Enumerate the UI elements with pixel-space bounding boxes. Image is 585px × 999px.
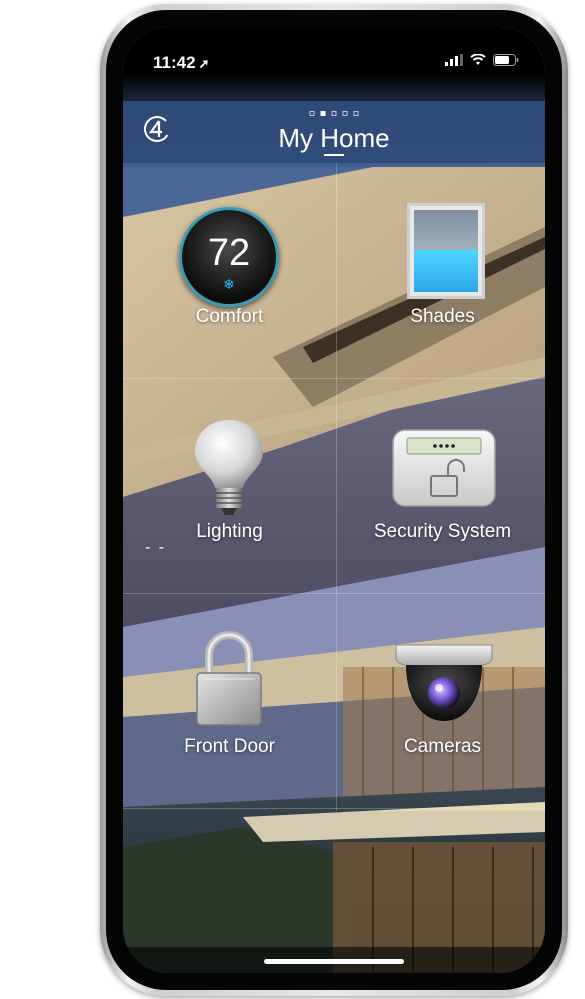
battery-icon [493,54,519,66]
phone-screen: 11:42 ➚ My Home 72 ❄ Comfort Shades Ligh… [123,27,545,973]
phone-frame: 11:42 ➚ My Home 72 ❄ Comfort Shades Ligh… [100,4,568,996]
tile-cameras[interactable]: Cameras [336,593,545,808]
status-bar: 11:42 ➚ [123,27,545,101]
home-indicator[interactable] [264,959,404,964]
security-camera-icon [395,644,493,721]
signal-icon [445,54,463,66]
page-dot-active[interactable] [320,111,326,116]
shade-fabric [414,210,478,250]
tile-label: Security System [373,521,512,542]
wifi-icon [470,54,486,65]
snowflake-icon: ❄ [223,276,235,292]
title-underline [324,154,344,156]
security-keypad-icon [392,429,496,507]
thermostat-temperature: 72 [207,232,251,274]
tile-security-system[interactable]: Security System [336,378,545,593]
decorative-dashes: - - [145,539,167,556]
status-time: 11:42 ➚ [153,53,209,73]
shade-window [414,250,478,292]
location-arrow-icon: ➚ [198,56,210,71]
status-icons [445,54,519,66]
bottom-area [123,811,545,973]
tile-label: Cameras [403,736,482,757]
app-header: My Home [123,101,545,163]
page-dot[interactable] [342,111,348,116]
page-indicator[interactable] [309,111,359,116]
shades-icon [407,203,485,299]
tile-comfort[interactable]: 72 ❄ Comfort [123,163,336,378]
page-dot[interactable] [309,111,315,116]
phone-bezel: 11:42 ➚ My Home 72 ❄ Comfort Shades Ligh… [106,10,562,990]
tile-front-door[interactable]: Front Door [123,593,336,808]
tile-lighting[interactable]: Lighting [123,378,336,593]
page-dot[interactable] [353,111,359,116]
thermostat-icon: 72 ❄ [179,207,279,307]
tile-label: Comfort [195,306,264,327]
padlock-icon [196,631,262,726]
page-dot[interactable] [331,111,337,116]
light-bulb-icon [195,420,263,515]
tile-shades[interactable]: Shades [336,163,545,378]
page-title: My Home [278,123,390,153]
tile-label: Front Door [184,736,275,757]
grid-divider [123,808,545,809]
status-time-text: 11:42 [153,53,196,72]
tile-label: Shades [410,306,475,327]
